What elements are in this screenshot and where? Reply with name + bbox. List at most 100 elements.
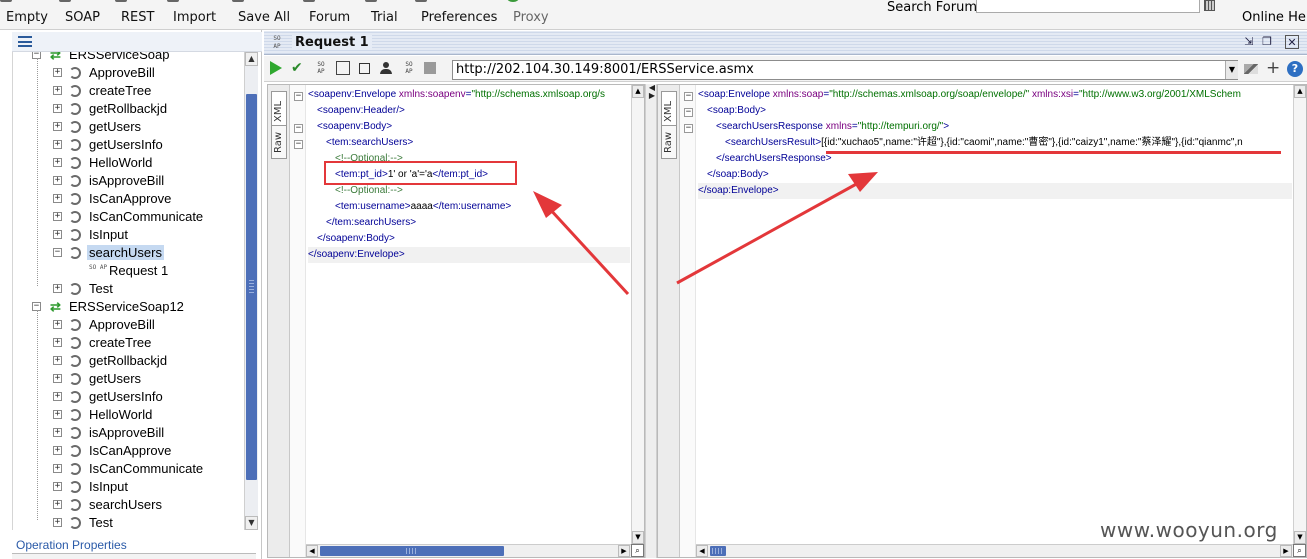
tree-expand-icon[interactable]: +	[53, 464, 62, 473]
tree-operation-row[interactable]: + Test	[13, 280, 244, 298]
tree-operation-row[interactable]: + ApproveBill	[13, 316, 244, 334]
tree-operation-row[interactable]: + IsInput	[13, 226, 244, 244]
fold-toggle-icon[interactable]: −	[294, 140, 303, 149]
tree-expand-icon[interactable]: +	[53, 122, 62, 131]
fold-toggle-icon[interactable]: −	[684, 108, 693, 117]
online-help-button[interactable]: Online Help	[1242, 10, 1307, 25]
tree-operation-row[interactable]: + getUsersInfo	[13, 136, 244, 154]
fold-toggle-icon[interactable]: −	[684, 92, 693, 101]
response-hscroll-thumb[interactable]	[710, 546, 726, 556]
help-icon[interactable]: ?	[1287, 61, 1303, 77]
tree-expand-icon[interactable]: +	[53, 320, 62, 329]
response-vertical-scrollbar[interactable]: ▲ ▼	[1293, 85, 1306, 544]
close-window-icon[interactable]: ✕	[1285, 35, 1299, 49]
tree-operation-row[interactable]: + createTree	[13, 82, 244, 100]
tree-expand-icon[interactable]: +	[53, 500, 62, 509]
scroll-down-arrow-icon[interactable]: ▼	[245, 516, 258, 530]
tree-operation-row[interactable]: + getRollbackjd	[13, 100, 244, 118]
tree-expand-icon[interactable]: +	[53, 374, 62, 383]
tree-expand-icon[interactable]: +	[53, 140, 62, 149]
tree-expand-icon[interactable]: +	[53, 356, 62, 365]
fold-toggle-icon[interactable]: −	[684, 124, 693, 133]
scroll-right-arrow-icon[interactable]: ▶	[618, 545, 630, 557]
tree-request-row[interactable]: SO AP Request 1	[13, 262, 244, 280]
restore-window-icon[interactable]: ❐	[1260, 35, 1274, 49]
tree-expand-icon[interactable]: +	[53, 104, 62, 113]
tree-operation-row[interactable]: + getRollbackjd	[13, 352, 244, 370]
request-horizontal-scrollbar[interactable]: ◀ ▶	[306, 544, 644, 557]
endpoint-url-field[interactable]: http://202.104.30.149:8001/ERSService.as…	[452, 60, 1238, 80]
request-hscroll-thumb[interactable]	[320, 546, 504, 556]
editor-zoom-icon[interactable]: ⌕	[1293, 544, 1306, 557]
collapse-all-icon[interactable]	[18, 36, 32, 47]
tree-expand-icon[interactable]: +	[53, 428, 62, 437]
tree-operation-row[interactable]: + getUsersInfo	[13, 388, 244, 406]
tree-expand-icon[interactable]: −	[53, 248, 62, 257]
create-test-case-icon[interactable]: SO AP	[314, 61, 328, 75]
scroll-down-arrow-icon[interactable]: ▼	[1294, 531, 1306, 544]
navigator-scroll-thumb[interactable]	[246, 94, 257, 480]
request-raw-tab[interactable]: Raw	[271, 125, 287, 159]
tree-operation-row[interactable]: + IsCanApprove	[13, 190, 244, 208]
tree-expand-icon[interactable]: +	[53, 518, 62, 527]
tree-operation-row[interactable]: + getUsers	[13, 370, 244, 388]
editor-zoom-icon[interactable]: ⌕	[631, 544, 644, 557]
tree-operation-row[interactable]: + IsCanCommunicate	[13, 460, 244, 478]
tree-expand-icon[interactable]: +	[53, 194, 62, 203]
response-horizontal-scrollbar[interactable]: ◀ ▶	[696, 544, 1306, 557]
tree-operation-row[interactable]: + IsCanApprove	[13, 442, 244, 460]
tree-operation-row[interactable]: + IsCanCommunicate	[13, 208, 244, 226]
tree-operation-row[interactable]: + HelloWorld	[13, 154, 244, 172]
scroll-left-arrow-icon[interactable]: ◀	[696, 545, 708, 557]
tree-operation-row[interactable]: + createTree	[13, 334, 244, 352]
scroll-left-arrow-icon[interactable]: ◀	[306, 545, 318, 557]
tree-expand-icon[interactable]: +	[53, 284, 62, 293]
endpoint-dropdown-icon[interactable]: ▼	[1225, 61, 1238, 79]
scroll-up-arrow-icon[interactable]: ▲	[1294, 85, 1306, 98]
submit-request-icon[interactable]	[270, 61, 282, 75]
tree-interface-row[interactable]: − ⇄ ERSServiceSoap12	[13, 298, 244, 316]
add-endpoint-icon[interactable]: +	[1266, 58, 1280, 78]
tile-editors-icon[interactable]	[336, 61, 350, 75]
detach-window-icon[interactable]: ⇲	[1242, 35, 1256, 49]
request-vertical-scrollbar[interactable]: ▲ ▼	[631, 85, 644, 544]
tree-operation-row[interactable]: + getUsers	[13, 118, 244, 136]
stop-request-icon[interactable]	[424, 62, 436, 74]
search-forum-input[interactable]	[976, 0, 1200, 13]
tree-operation-row[interactable]: + searchUsers	[13, 496, 244, 514]
tree-expand-icon[interactable]: +	[53, 338, 62, 347]
tree-operation-row[interactable]: + Test	[13, 514, 244, 530]
scroll-up-arrow-icon[interactable]: ▲	[632, 85, 644, 98]
scroll-right-arrow-icon[interactable]: ▶	[1280, 545, 1292, 557]
tree-expand-icon[interactable]: +	[53, 410, 62, 419]
scroll-down-arrow-icon[interactable]: ▼	[632, 531, 644, 544]
tree-expand-icon[interactable]: +	[53, 230, 62, 239]
tree-expand-icon[interactable]: +	[53, 482, 62, 491]
tree-operation-row[interactable]: + ApproveBill	[13, 64, 244, 82]
tree-operation-row[interactable]: + HelloWorld	[13, 406, 244, 424]
operation-properties-tab[interactable]: Operation Properties	[16, 538, 127, 552]
tree-operation-row[interactable]: + IsInput	[13, 478, 244, 496]
navigator-scrollbar[interactable]: ▲ ▼	[244, 52, 258, 530]
fold-toggle-icon[interactable]: −	[294, 124, 303, 133]
fold-toggle-icon[interactable]: −	[294, 92, 303, 101]
tree-expand-icon[interactable]: +	[53, 446, 62, 455]
tree-operation-row[interactable]: + isApproveBill	[13, 172, 244, 190]
tree-expand-icon[interactable]: +	[53, 68, 62, 77]
validate-icon[interactable]: ✔	[291, 61, 305, 75]
editor-splitter[interactable]: ◀ ▶	[645, 84, 657, 558]
scroll-up-arrow-icon[interactable]: ▲	[245, 52, 258, 66]
tree-expand-icon[interactable]: +	[53, 392, 62, 401]
tree-expand-icon[interactable]: +	[53, 176, 62, 185]
toggle-view-icon[interactable]	[359, 63, 370, 74]
tree-expand-icon[interactable]: +	[53, 158, 62, 167]
splitter-arrows-icon[interactable]: ◀ ▶	[647, 84, 657, 100]
response-raw-tab[interactable]: Raw	[661, 125, 677, 159]
tree-expand-icon[interactable]: +	[53, 86, 62, 95]
soap-version-icon[interactable]: SO AP	[402, 61, 416, 75]
search-go-icon[interactable]	[1204, 0, 1215, 11]
auth-user-icon[interactable]	[380, 62, 392, 74]
edit-endpoint-icon[interactable]	[1244, 64, 1258, 74]
tree-interface-row[interactable]: − ⇄ ERSServiceSoap	[13, 52, 244, 64]
tree-operation-row[interactable]: + isApproveBill	[13, 424, 244, 442]
